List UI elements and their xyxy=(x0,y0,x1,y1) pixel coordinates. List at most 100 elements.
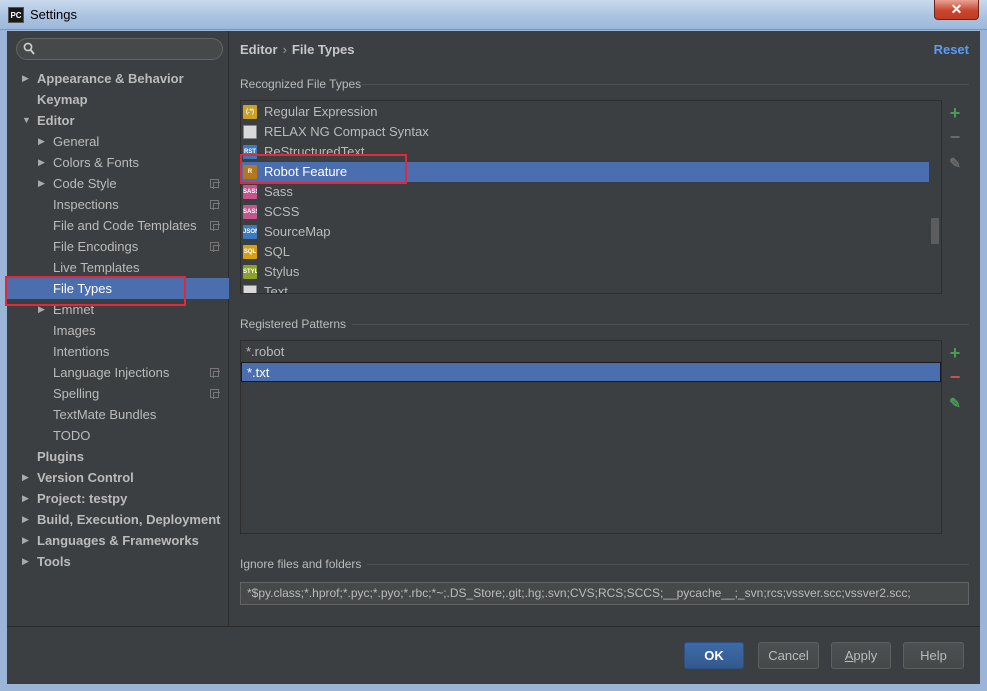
window-close-button[interactable]: ✕ xyxy=(934,0,979,20)
pattern-row[interactable]: *.robot xyxy=(241,342,941,362)
scrollbar-thumb[interactable] xyxy=(931,218,939,244)
ignore-files-input[interactable]: *$py.class;*.hprof;*.pyc;*.pyo;*.rbc;*~;… xyxy=(240,582,969,605)
sidebar-item-label: Appearance & Behavior xyxy=(37,71,184,86)
add-pattern-button[interactable]: + xyxy=(942,343,968,363)
sidebar-item-images[interactable]: Images xyxy=(7,320,229,341)
file-types-panel: Editor › File Types Reset Recognized File … xyxy=(230,31,980,626)
sidebar-item-label: File Encodings xyxy=(53,239,139,254)
sidebar-item-project-testpy[interactable]: ▶ Project: testpy xyxy=(7,488,229,509)
sidebar-item-build-execution-deployment[interactable]: ▶ Build, Execution, Deployment xyxy=(7,509,229,530)
window-frame: ▶ Appearance & Behavior Keymap ▼ Editor ▶ Gene… xyxy=(0,30,987,691)
sidebar-item-spelling[interactable]: Spelling xyxy=(7,383,229,404)
file-type-row[interactable]: SASS SCSS xyxy=(241,202,929,222)
file-type-row[interactable]: RST ReStructuredText xyxy=(241,142,929,162)
collapsed-arrow-icon[interactable]: ▶ xyxy=(22,551,32,572)
collapsed-arrow-icon[interactable]: ▶ xyxy=(22,509,32,530)
file-type-row[interactable]: RELAX NG Compact Syntax xyxy=(241,122,929,142)
sidebar-item-languages-frameworks[interactable]: ▶ Languages & Frameworks xyxy=(7,530,229,551)
sidebar-item-keymap[interactable]: Keymap xyxy=(7,89,229,110)
window-title: Settings xyxy=(30,7,77,22)
file-type-label: SQL xyxy=(264,244,291,259)
sidebar-item-general[interactable]: ▶ General xyxy=(7,131,229,152)
add-file-type-button[interactable]: + xyxy=(942,103,968,123)
collapsed-arrow-icon[interactable]: ▶ xyxy=(38,173,48,194)
settings-sidebar: ▶ Appearance & Behavior Keymap ▼ Editor ▶ Gene… xyxy=(7,31,229,626)
sidebar-item-file-encodings[interactable]: File Encodings xyxy=(7,236,229,257)
project-settings-icon xyxy=(210,389,220,399)
sidebar-item-label: Tools xyxy=(37,554,71,569)
file-type-label: Stylus xyxy=(264,264,300,279)
sidebar-item-label: Intentions xyxy=(53,344,110,359)
sidebar-item-label: Build, Execution, Deployment xyxy=(37,512,221,527)
sidebar-item-label: Plugins xyxy=(37,449,84,464)
file-type-row[interactable]: JSON SourceMap xyxy=(241,222,929,242)
collapsed-arrow-icon[interactable]: ▶ xyxy=(22,68,32,89)
pattern-row[interactable]: *.txt xyxy=(241,362,941,382)
cancel-button[interactable]: Cancel xyxy=(758,642,819,669)
sidebar-item-language-injections[interactable]: Language Injections xyxy=(7,362,229,383)
file-type-row[interactable]: SQL SQL xyxy=(241,242,929,262)
help-button[interactable]: Help xyxy=(903,642,964,669)
sidebar-item-file-types[interactable]: File Types xyxy=(7,278,229,299)
file-type-row[interactable]: Text xyxy=(241,282,929,293)
collapsed-arrow-icon[interactable]: ▶ xyxy=(22,488,32,509)
sidebar-item-appearance-behavior[interactable]: ▶ Appearance & Behavior xyxy=(7,68,229,89)
settings-search-field[interactable] xyxy=(16,38,223,60)
collapsed-arrow-icon[interactable]: ▶ xyxy=(22,530,32,551)
file-type-label: Robot Feature xyxy=(264,164,348,179)
expanded-arrow-icon[interactable]: ▼ xyxy=(22,110,32,131)
edit-pattern-button[interactable]: ✎ xyxy=(942,393,968,413)
sidebar-item-code-style[interactable]: ▶ Code Style xyxy=(7,173,229,194)
sidebar-item-label: Colors & Fonts xyxy=(53,155,139,170)
apply-button[interactable]: Apply xyxy=(831,642,891,669)
sidebar-item-label: TODO xyxy=(53,428,91,443)
sidebar-item-label: TextMate Bundles xyxy=(53,407,157,422)
collapsed-arrow-icon[interactable]: ▶ xyxy=(38,299,48,320)
edit-file-type-button[interactable]: ✎ xyxy=(942,153,968,173)
file-types-scrollbar[interactable] xyxy=(929,101,941,293)
collapsed-arrow-icon[interactable]: ▶ xyxy=(38,152,48,173)
settings-dialog: ▶ Appearance & Behavior Keymap ▼ Editor ▶ Gene… xyxy=(7,31,980,684)
sidebar-item-emmet[interactable]: ▶ Emmet xyxy=(7,299,229,320)
sidebar-item-label: Editor xyxy=(37,113,75,128)
sidebar-item-file-and-code-templates[interactable]: File and Code Templates xyxy=(7,215,229,236)
sidebar-item-label: Images xyxy=(53,323,96,338)
sidebar-item-label: Code Style xyxy=(53,176,117,191)
file-type-row[interactable]: STYL Stylus xyxy=(241,262,929,282)
recognized-file-types-list[interactable]: (.*) Regular Expression RELAX NG Compact S… xyxy=(240,100,942,294)
file-type-row[interactable]: R Robot Feature xyxy=(241,162,929,182)
sidebar-item-textmate-bundles[interactable]: TextMate Bundles xyxy=(7,404,229,425)
sidebar-item-inspections[interactable]: Inspections xyxy=(7,194,229,215)
recognized-file-types-title: Recognized File Types xyxy=(240,77,362,91)
reset-link[interactable]: Reset xyxy=(934,42,969,57)
sidebar-item-label: Emmet xyxy=(53,302,95,317)
sidebar-item-version-control[interactable]: ▶ Version Control xyxy=(7,467,229,488)
file-type-row[interactable]: (.*) Regular Expression xyxy=(241,102,929,122)
collapsed-arrow-icon[interactable]: ▶ xyxy=(22,467,32,488)
sidebar-item-live-templates[interactable]: Live Templates xyxy=(7,257,229,278)
file-type-label: Sass xyxy=(264,184,293,199)
title-bar: PC Settings ✕ xyxy=(0,0,987,30)
robot-icon: R xyxy=(243,165,257,179)
sidebar-item-plugins[interactable]: Plugins xyxy=(7,446,229,467)
sidebar-item-intentions[interactable]: Intentions xyxy=(7,341,229,362)
sidebar-item-editor[interactable]: ▼ Editor xyxy=(7,110,229,131)
collapsed-arrow-icon[interactable]: ▶ xyxy=(38,131,48,152)
ignore-files-title: Ignore files and folders xyxy=(240,557,362,571)
remove-file-type-button[interactable]: − xyxy=(942,127,968,147)
sidebar-item-label: Project: testpy xyxy=(37,491,128,506)
sidebar-item-label: General xyxy=(53,134,100,149)
sidebar-item-colors-fonts[interactable]: ▶ Colors & Fonts xyxy=(7,152,229,173)
file-type-row[interactable]: SASS Sass xyxy=(241,182,929,202)
breadcrumb-current: File Types xyxy=(291,42,355,57)
ok-button[interactable]: OK xyxy=(684,642,744,669)
section-divider xyxy=(362,84,969,85)
sidebar-item-todo[interactable]: TODO xyxy=(7,425,229,446)
section-divider xyxy=(352,324,969,325)
sidebar-item-label: Keymap xyxy=(37,92,88,107)
sidebar-item-label: File and Code Templates xyxy=(53,218,197,233)
registered-patterns-list[interactable]: *.robot *.txt xyxy=(240,340,942,534)
sidebar-item-tools[interactable]: ▶ Tools xyxy=(7,551,229,572)
remove-pattern-button[interactable]: − xyxy=(942,367,968,387)
breadcrumb-parent: Editor xyxy=(240,42,278,57)
